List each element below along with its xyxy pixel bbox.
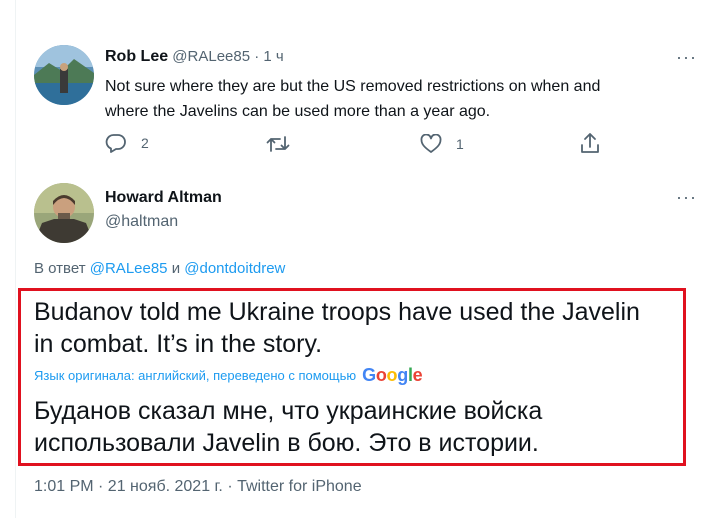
replying-prefix: В ответ [34, 260, 86, 277]
like-action-button[interactable]: 1 [420, 134, 464, 154]
left-divider [15, 0, 16, 518]
translation-attribution: Язык оригинала: английский, переведено с… [34, 365, 423, 386]
reply-author-name[interactable]: Rob Lee [105, 48, 168, 65]
reply-action-button[interactable]: 2 [105, 133, 149, 153]
main-author-handle[interactable]: @haltman [105, 213, 178, 231]
tweet-timestamp[interactable]: 1:01 PM · 21 нояб. 2021 г. · Twitter for… [34, 478, 362, 496]
avatar-rob-lee[interactable] [34, 45, 94, 105]
google-logo: Google [362, 365, 423, 385]
translation-label[interactable]: Язык оригинала: английский, переведено с… [34, 368, 356, 383]
reply-icon [105, 134, 126, 153]
more-icon[interactable]: ··· [676, 188, 697, 206]
like-count: 1 [456, 136, 464, 152]
main-text-line: in combat. It’s in the story. [34, 330, 323, 358]
reply-text-line: Not sure where they are but the US remov… [105, 78, 601, 95]
retweet-icon [266, 136, 290, 152]
reply-to-link-dontdoitdrew[interactable]: @dontdoitdrew [184, 260, 285, 277]
share-icon [581, 133, 599, 153]
share-action-button[interactable] [580, 132, 600, 154]
reply-to-link-ralee85[interactable]: @RALee85 [90, 260, 168, 277]
reply-time[interactable]: 1 ч [263, 48, 283, 65]
main-text-line: Budanov told me Ukraine troops have used… [34, 298, 640, 326]
like-icon [420, 134, 442, 153]
main-author-name[interactable]: Howard Altman [105, 189, 222, 207]
reply-separator: · [254, 48, 260, 65]
reply-author-handle[interactable]: @RALee85 [172, 48, 250, 65]
reply-count: 2 [141, 135, 149, 151]
reply-text: Not sure where they are but the US remov… [105, 74, 600, 124]
translated-text-line: использовали Javelin в бою. Это в истори… [34, 429, 539, 457]
replying-to: В ответ @RALee85 и @dontdoitdrew [34, 260, 285, 277]
replying-conjunction: и [171, 260, 181, 277]
reply-header: Rob Lee @RALee85 · 1 ч [105, 48, 284, 66]
more-icon[interactable]: ··· [676, 48, 697, 66]
retweet-action-button[interactable] [266, 135, 304, 153]
reply-text-line: where the Javelins can be used more than… [105, 103, 491, 120]
translated-text: Буданов сказал мне, что украинские войск… [34, 395, 542, 459]
avatar-howard-altman[interactable] [34, 183, 94, 243]
translated-text-line: Буданов сказал мне, что украинские войск… [34, 397, 543, 425]
main-tweet-text: Budanov told me Ukraine troops have used… [34, 296, 640, 360]
